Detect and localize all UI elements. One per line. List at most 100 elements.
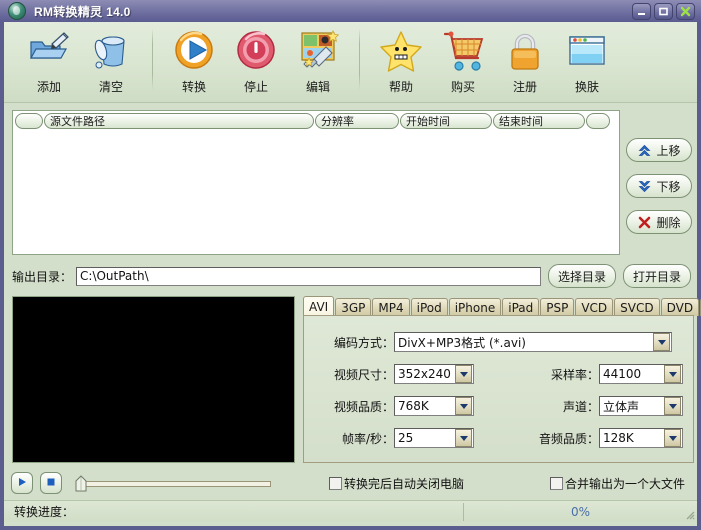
stop-power-icon	[233, 28, 279, 74]
tab-psp[interactable]: PSP	[540, 298, 574, 316]
convert-button[interactable]: 转换	[163, 24, 225, 100]
column-header-source-path[interactable]: 源文件路径	[44, 113, 314, 129]
add-button[interactable]: 添加	[18, 24, 80, 100]
chevron-down-icon[interactable]	[664, 397, 681, 415]
resize-grip[interactable]	[683, 508, 695, 520]
chevron-down-icon[interactable]	[455, 397, 472, 415]
merge-output-label: 合并输出为一个大文件	[565, 475, 685, 492]
sample-rate-combo[interactable]: 44100	[599, 364, 683, 384]
preview-stop-button[interactable]	[40, 472, 62, 494]
tab-avi[interactable]: AVI	[303, 296, 334, 316]
frame-rate-combo[interactable]: 25	[394, 428, 474, 448]
app-globe-icon	[8, 2, 26, 20]
tab-dvd[interactable]: DVD	[661, 298, 699, 316]
sample-rate-label: 采样率：	[474, 366, 599, 383]
skin-button[interactable]: 换肤	[556, 24, 618, 100]
chevron-down-icon[interactable]	[664, 429, 681, 447]
audio-channel-label: 声道：	[474, 398, 599, 415]
main-toolbar: 添加 清空	[4, 22, 697, 103]
open-directory-button[interactable]: 打开目录	[623, 264, 691, 288]
buy-button[interactable]: 购买	[432, 24, 494, 100]
chevron-double-up-icon	[637, 143, 652, 158]
minimize-button[interactable]	[632, 3, 651, 20]
encoding-combo[interactable]: DivX+MP3格式 (*.avi)	[394, 332, 672, 352]
chevron-down-icon[interactable]	[455, 365, 472, 383]
video-size-value: 352x240	[395, 367, 455, 381]
chevron-down-icon[interactable]	[455, 429, 472, 447]
output-directory-row: 输出目录： 选择目录 打开目录	[12, 264, 694, 288]
video-quality-value: 768K	[395, 399, 455, 413]
settings-panel: 编码方式： DivX+MP3格式 (*.avi) 视频尺寸： 352x240 采…	[303, 315, 694, 463]
frame-rate-value: 25	[395, 431, 455, 445]
seek-slider[interactable]	[71, 473, 271, 493]
title-bar[interactable]: RM转换精灵 14.0	[0, 0, 701, 22]
file-list-body[interactable]	[13, 129, 619, 253]
trash-bin-icon	[88, 28, 134, 74]
encoding-value: DivX+MP3格式 (*.avi)	[395, 334, 653, 351]
audio-quality-label: 音频品质：	[474, 430, 599, 447]
star-help-icon	[378, 28, 424, 74]
video-quality-combo[interactable]: 768K	[394, 396, 474, 416]
tab-mp4[interactable]: MP4	[372, 298, 409, 316]
stop-button-label: 停止	[244, 78, 268, 95]
output-directory-input[interactable]	[76, 267, 541, 286]
chevron-down-icon[interactable]	[653, 333, 670, 351]
audio-channel-combo[interactable]: 立体声	[599, 396, 683, 416]
application-window: RM转换精灵 14.0	[0, 0, 701, 530]
edit-picture-icon	[295, 28, 341, 74]
audio-quality-combo[interactable]: 128K	[599, 428, 683, 448]
play-convert-icon	[171, 28, 217, 74]
close-button[interactable]	[676, 3, 695, 20]
column-header-resolution[interactable]: 分辨率	[315, 113, 399, 129]
video-size-combo[interactable]: 352x240	[394, 364, 474, 384]
move-down-label: 下移	[656, 178, 680, 195]
clear-button[interactable]: 清空	[80, 24, 142, 100]
video-preview-panel[interactable]	[12, 296, 295, 463]
column-header-end-time[interactable]: 结束时间	[493, 113, 585, 129]
file-list-panel[interactable]: 源文件路径 分辨率 开始时间 结束时间	[12, 110, 620, 255]
tab-vcd[interactable]: VCD	[575, 298, 613, 316]
seek-slider-thumb[interactable]	[75, 475, 87, 492]
skin-window-icon	[564, 28, 610, 74]
auto-shutdown-checkbox[interactable]: 转换完后自动关闭电脑	[329, 475, 464, 492]
list-side-buttons: 上移 下移 删除	[626, 138, 694, 234]
edit-button-label: 编辑	[306, 78, 330, 95]
maximize-button[interactable]	[654, 3, 673, 20]
format-settings-area: AVI 3GP MP4 iPod iPhone iPad PSP VCD SVC…	[303, 296, 694, 463]
tab-ipod[interactable]: iPod	[411, 298, 448, 316]
help-button[interactable]: 帮助	[370, 24, 432, 100]
edit-button[interactable]: 编辑	[287, 24, 349, 100]
audio-channel-value: 立体声	[600, 398, 664, 415]
stop-button[interactable]: 停止	[225, 24, 287, 100]
video-size-label: 视频尺寸：	[304, 366, 394, 383]
merge-output-checkbox[interactable]: 合并输出为一个大文件	[550, 475, 685, 492]
format-tabstrip: AVI 3GP MP4 iPod iPhone iPad PSP VCD SVC…	[303, 296, 701, 316]
checkbox-box[interactable]	[550, 477, 563, 490]
delete-button[interactable]: 删除	[626, 210, 692, 234]
select-directory-button[interactable]: 选择目录	[548, 264, 616, 288]
video-quality-label: 视频品质：	[304, 398, 394, 415]
register-button[interactable]: 注册	[494, 24, 556, 100]
tab-3gp[interactable]: 3GP	[335, 298, 371, 316]
red-x-icon	[637, 215, 652, 230]
tab-iphone[interactable]: iPhone	[449, 298, 502, 316]
seek-slider-track[interactable]	[81, 481, 271, 487]
padlock-icon	[502, 28, 548, 74]
tab-ipad[interactable]: iPad	[502, 298, 539, 316]
toolbar-separator	[152, 28, 153, 90]
move-down-button[interactable]: 下移	[626, 174, 692, 198]
tab-svcd[interactable]: SVCD	[614, 298, 659, 316]
column-header-select[interactable]	[15, 113, 43, 129]
window-controls	[632, 3, 695, 20]
help-button-label: 帮助	[389, 78, 413, 95]
column-header-start-time[interactable]: 开始时间	[400, 113, 492, 129]
convert-button-label: 转换	[182, 78, 206, 95]
checkbox-box[interactable]	[329, 477, 342, 490]
register-button-label: 注册	[513, 78, 537, 95]
preview-play-button[interactable]	[11, 472, 33, 494]
move-up-button[interactable]: 上移	[626, 138, 692, 162]
chevron-down-icon[interactable]	[664, 365, 681, 383]
auto-shutdown-label: 转换完后自动关闭电脑	[344, 475, 464, 492]
column-header-extra[interactable]	[586, 113, 610, 129]
file-list-header: 源文件路径 分辨率 开始时间 结束时间	[13, 111, 619, 129]
